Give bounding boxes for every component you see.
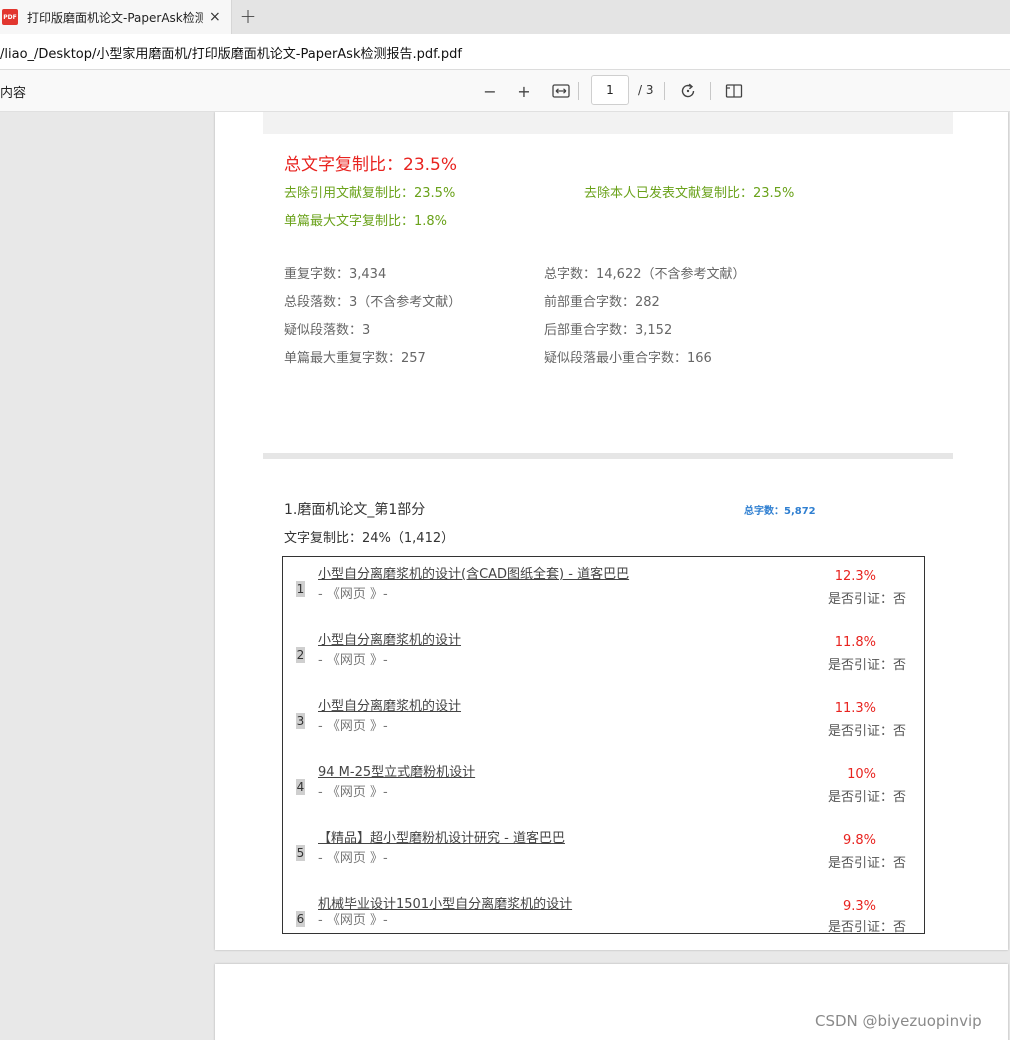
address-bar[interactable]: /liao_/Desktop/小型家用磨面机/打印版磨面机论文-PaperAsk… <box>0 34 1010 70</box>
rotate-button[interactable] <box>677 80 699 102</box>
list-item: 1 小型自分离磨浆机的设计(含CAD图纸全套) - 道客巴巴 - 《网页 》- … <box>283 559 924 625</box>
stat-max-single-repeat: 单篇最大重复字数：257 <box>284 351 426 366</box>
source-number: 3 <box>296 713 305 729</box>
source-title-link[interactable]: 【精品】超小型磨粉机设计研究 - 道客巴巴 <box>318 827 565 846</box>
source-cited: 是否引证：否 <box>827 592 906 607</box>
source-percent: 11.8% <box>834 635 876 650</box>
pdf-file-icon: PDF <box>2 9 18 25</box>
list-item: 2 小型自分离磨浆机的设计 - 《网页 》- 11.8% 是否引证：否 <box>283 625 924 691</box>
tab-title: 打印版磨面机论文-PaperAsk检测 <box>27 10 203 25</box>
source-type: - 《网页 》- <box>318 851 388 866</box>
pdf-viewer[interactable]: 总文字复制比：23.5% 去除引用文献复制比：23.5% 去除本人已发表文献复制… <box>0 112 1010 1040</box>
page-header-band <box>263 112 953 134</box>
fit-width-icon <box>552 84 570 98</box>
toolbar-separator <box>578 82 579 100</box>
source-number: 1 <box>296 581 305 597</box>
source-cited: 是否引证：否 <box>827 658 906 673</box>
fit-width-button[interactable] <box>550 80 572 102</box>
stat-total-words: 总字数：14,622（不含参考文献） <box>544 267 746 282</box>
source-cited: 是否引证：否 <box>827 856 906 871</box>
zoom-out-button[interactable]: − <box>479 80 501 102</box>
stat-min-suspect-overlap: 疑似段落最小重合字数：166 <box>544 351 712 366</box>
rotate-icon <box>681 83 695 98</box>
list-item: 6 机械毕业设计1501小型自分离磨浆机的设计 - 《网页 》- 9.3% 是否… <box>283 889 924 935</box>
stat-front-overlap: 前部重合字数：282 <box>544 295 660 310</box>
contents-button[interactable]: 内容 <box>0 82 26 101</box>
source-percent: 12.3% <box>834 569 876 584</box>
exclude-self-ratio: 去除本人已发表文献复制比：23.5% <box>584 186 795 201</box>
source-type: - 《网页 》- <box>318 719 388 734</box>
stat-total-paragraphs: 总段落数：3（不含参考文献） <box>284 295 462 310</box>
max-single-ratio: 单篇最大文字复制比：1.8% <box>284 214 448 229</box>
part-copy-ratio: 文字复制比：24%（1,412） <box>284 531 455 546</box>
source-type: - 《网页 》- <box>318 587 388 602</box>
toolbar-separator <box>664 82 665 100</box>
source-number: 5 <box>296 845 305 861</box>
part-title: 1.磨面机论文_第1部分 <box>284 502 426 518</box>
source-title-link[interactable]: 小型自分离磨浆机的设计(含CAD图纸全套) - 道客巴巴 <box>318 563 629 582</box>
page-number-input[interactable]: 1 <box>591 75 629 105</box>
tab-pdf-report[interactable]: PDF 打印版磨面机论文-PaperAsk检测 × <box>0 0 232 34</box>
source-cited: 是否引证：否 <box>827 920 906 935</box>
source-type: - 《网页 》- <box>318 653 388 668</box>
source-cited: 是否引证：否 <box>827 724 906 739</box>
exclude-refs-ratio: 去除引用文献复制比：23.5% <box>284 186 456 201</box>
zoom-in-button[interactable]: + <box>513 80 535 102</box>
pdf-page-1: 总文字复制比：23.5% 去除引用文献复制比：23.5% 去除本人已发表文献复制… <box>215 112 1008 950</box>
source-number: 4 <box>296 779 305 795</box>
address-url[interactable]: /liao_/Desktop/小型家用磨面机/打印版磨面机论文-PaperAsk… <box>0 43 462 62</box>
total-copy-ratio: 总文字复制比：23.5% <box>284 155 458 175</box>
source-type: - 《网页 》- <box>318 785 388 800</box>
source-number: 6 <box>296 911 305 927</box>
toolbar-separator <box>710 82 711 100</box>
source-percent: 11.3% <box>834 701 876 716</box>
list-item: 5 【精品】超小型磨粉机设计研究 - 道客巴巴 - 《网页 》- 9.8% 是否… <box>283 823 924 889</box>
list-item: 3 小型自分离磨浆机的设计 - 《网页 》- 11.3% 是否引证：否 <box>283 691 924 757</box>
csdn-watermark: CSDN @biyezuopinvip <box>815 1012 982 1030</box>
pdf-toolbar: 内容 − + 1 / 3 <box>0 70 1010 112</box>
source-title-link[interactable]: 94 M-25型立式磨粉机设计 <box>318 761 475 780</box>
source-list: 1 小型自分离磨浆机的设计(含CAD图纸全套) - 道客巴巴 - 《网页 》- … <box>282 556 925 935</box>
section-divider <box>263 453 953 459</box>
source-cited: 是否引证：否 <box>827 790 906 805</box>
two-page-icon <box>725 84 743 98</box>
stat-rear-overlap: 后部重合字数：3,152 <box>544 323 673 338</box>
source-type: - 《网页 》- <box>318 913 388 928</box>
two-page-view-button[interactable] <box>723 80 745 102</box>
part-total-words: 总字数：5,872 <box>744 506 816 517</box>
page-total: / 3 <box>638 83 654 97</box>
close-icon[interactable]: × <box>209 10 221 24</box>
source-percent: 9.8% <box>842 833 876 848</box>
source-number: 2 <box>296 647 305 663</box>
stat-suspect-paragraphs: 疑似段落数：3 <box>284 323 371 338</box>
source-title-link[interactable]: 小型自分离磨浆机的设计 <box>318 695 461 714</box>
tab-bar: PDF 打印版磨面机论文-PaperAsk检测 × + <box>0 0 1010 34</box>
new-tab-button[interactable]: + <box>238 5 258 27</box>
source-percent: 9.3% <box>842 899 876 914</box>
stat-repeat-words: 重复字数：3,434 <box>284 267 387 282</box>
source-title-link[interactable]: 小型自分离磨浆机的设计 <box>318 629 461 648</box>
list-item: 4 94 M-25型立式磨粉机设计 - 《网页 》- 10% 是否引证：否 <box>283 757 924 823</box>
source-percent: 10% <box>847 767 876 782</box>
